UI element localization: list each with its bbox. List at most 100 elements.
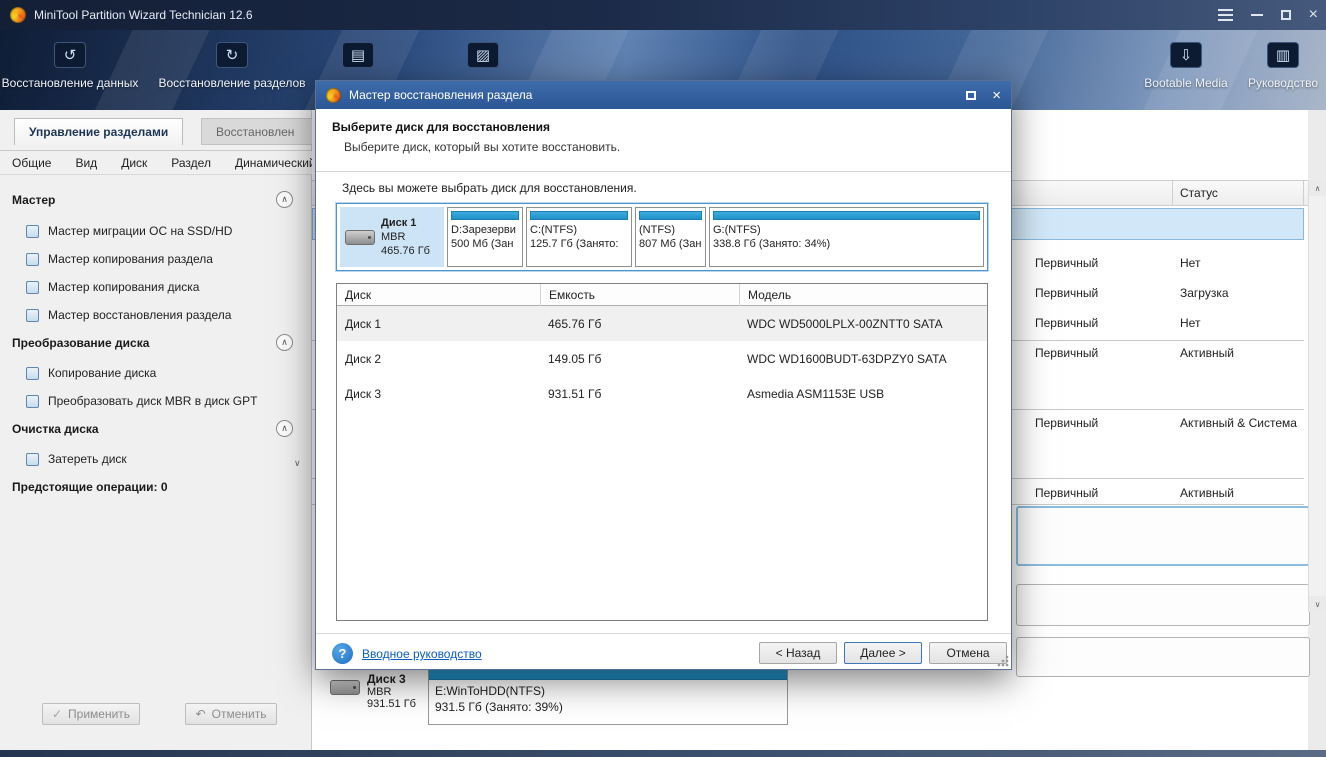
partition-recovery-wizard-dialog: Мастер восстановления раздела × Выберите… <box>315 80 1012 670</box>
app-logo-icon <box>10 7 26 23</box>
maximize-icon[interactable] <box>1280 10 1291 20</box>
media-icon: ▨ <box>467 42 499 68</box>
disk1-label-block[interactable]: Диск 1 MBR 465.76 Гб <box>340 207 444 267</box>
collapse-wizard-icon[interactable]: ∧ <box>276 191 293 208</box>
sidebar-item-convert-mbr-gpt[interactable]: Преобразовать диск MBR в диск GPT <box>0 388 296 414</box>
disk3-partition-label: E:WinToHDD(NTFS) <box>435 684 545 698</box>
dialog-close-icon[interactable]: × <box>992 88 1001 103</box>
disk3-partition-detail: 931.5 Гб (Занято: 39%) <box>435 700 563 714</box>
sidebar-item-copy-disk-wizard[interactable]: Мастер копирования диска <box>0 274 296 300</box>
apply-button[interactable]: ✓ Применить <box>42 703 140 725</box>
partition-recovery-small-icon <box>26 308 39 322</box>
dialog-maximize-icon[interactable] <box>966 90 977 100</box>
partition-box[interactable] <box>1016 584 1310 626</box>
left-panel: Управление разделами Восстановлен Общие … <box>0 110 351 757</box>
sidebar-item-copy-partition-wizard[interactable]: Мастер копирования раздела <box>0 246 296 272</box>
partition-usage-bar <box>530 211 628 220</box>
convert-mbr-gpt-icon <box>26 394 39 408</box>
toolbar-item-hidden-2[interactable]: ▨ <box>408 42 558 68</box>
sidebar-scroll-down-icon[interactable]: ∨ <box>294 458 301 469</box>
scroll-down-icon[interactable]: ∨ <box>1309 596 1326 612</box>
partition-recovery-icon: ↻ <box>216 42 248 68</box>
check-icon: ✓ <box>51 707 63 721</box>
window-title: MiniTool Partition Wizard Technician 12.… <box>34 8 253 22</box>
column-capacity[interactable]: Емкость <box>540 284 739 306</box>
disk-test-icon: ▤ <box>342 42 374 68</box>
back-button[interactable]: < Назад <box>759 642 837 664</box>
data-recovery-icon: ↺ <box>54 42 86 68</box>
cancel-button[interactable]: Отмена <box>929 642 1007 664</box>
wipe-disk-icon <box>26 452 39 466</box>
menu-dynamic-disk[interactable]: Динамический ди <box>223 156 312 170</box>
table-row-disk2[interactable]: Диск 2 149.05 Гб WDC WD1600BUDT-63DPZY0 … <box>337 341 987 376</box>
section-convert-disk: Преобразование диска <box>12 336 150 350</box>
partition-type: Первичный <box>1035 286 1099 300</box>
undo-button[interactable]: ↶ Отменить <box>185 703 277 725</box>
partition-d[interactable]: D:Зарезерви 500 Мб (Зан <box>447 207 523 267</box>
disk3-partition-block[interactable]: E:WinToHDD(NTFS) 931.5 Гб (Занято: 39%) <box>428 663 788 725</box>
intro-guide-link[interactable]: Вводное руководство <box>362 647 482 661</box>
scroll-up-icon[interactable]: ∧ <box>1309 180 1326 196</box>
menu-disk[interactable]: Диск <box>109 156 159 170</box>
sidebar-item-migrate-os[interactable]: Мастер миграции ОС на SSD/HD <box>0 218 296 244</box>
minimize-icon[interactable] <box>1250 14 1263 16</box>
column-model[interactable]: Модель <box>739 284 987 306</box>
copy-partition-icon <box>26 252 39 266</box>
pending-operations-label: Предстоящие операции: 0 <box>12 480 168 494</box>
disk1-strip[interactable]: Диск 1 MBR 465.76 Гб D:Зарезерви 500 Мб … <box>336 203 988 271</box>
partition-type: Первичный <box>1035 346 1099 360</box>
partition-usage-bar <box>713 211 980 220</box>
sidebar-item-wipe-disk[interactable]: Затереть диск <box>0 446 296 472</box>
disk-drive-icon <box>345 229 375 245</box>
collapse-convert-icon[interactable]: ∧ <box>276 334 293 351</box>
partition-g[interactable]: G:(NTFS) 338.8 Гб (Занято: 34%) <box>709 207 984 267</box>
dialog-subheading: Выберите диск, который вы хотите восстан… <box>344 140 621 154</box>
partition-status: Нет <box>1180 316 1201 330</box>
partition-status: Активный <box>1180 346 1234 360</box>
sidebar-item-partition-recovery-wizard[interactable]: Мастер восстановления раздела <box>0 302 296 328</box>
disk3-size: 931.51 Гб <box>367 698 416 710</box>
menu-partition[interactable]: Раздел <box>159 156 223 170</box>
table-row-disk3[interactable]: Диск 3 931.51 Гб Asmedia ASM1153E USB <box>337 376 987 411</box>
disk1-scheme: MBR <box>381 231 406 243</box>
section-wizard: Мастер <box>12 193 56 207</box>
status-column-header: Статус <box>1180 186 1218 200</box>
column-disk[interactable]: Диск <box>337 284 540 306</box>
dialog-title: Мастер восстановления раздела <box>349 88 533 102</box>
partition-usage-bar <box>639 211 702 220</box>
partition-box[interactable] <box>1016 637 1310 677</box>
disk3-label-block[interactable]: Диск 3 MBR 931.51 Гб <box>330 672 430 710</box>
menu-icon[interactable] <box>1217 6 1233 24</box>
titlebar: MiniTool Partition Wizard Technician 12.… <box>0 0 1326 30</box>
menu-general[interactable]: Общие <box>0 156 63 170</box>
disk-strip-box[interactable] <box>1016 506 1310 566</box>
resize-grip[interactable] <box>997 655 1009 667</box>
next-button[interactable]: Далее > <box>844 642 922 664</box>
toolbar-item-data-recovery[interactable]: ↺ Восстановление данных <box>0 42 145 90</box>
vertical-scrollbar[interactable]: ∧ ∨ <box>1308 180 1326 612</box>
collapse-wipe-icon[interactable]: ∧ <box>276 420 293 437</box>
dialog-titlebar[interactable]: Мастер восстановления раздела × <box>316 81 1011 109</box>
partition-c[interactable]: C:(NTFS) 125.7 Гб (Занято: <box>526 207 632 267</box>
partition-ntfs[interactable]: (NTFS) 807 Мб (Зан <box>635 207 706 267</box>
partition-status: Активный <box>1180 486 1234 500</box>
dialog-instruction: Здесь вы можете выбрать диск для восстан… <box>342 181 637 195</box>
partition-type: Первичный <box>1035 316 1099 330</box>
migrate-os-icon <box>26 224 39 238</box>
menubar: Общие Вид Диск Раздел Динамический ди <box>0 150 312 175</box>
disk-table-header: Диск Емкость Модель <box>337 284 987 306</box>
help-icon[interactable]: ? <box>332 643 353 664</box>
sidebar-item-copy-disk[interactable]: Копирование диска <box>0 360 296 386</box>
tab-partition-management[interactable]: Управление разделами <box>14 118 184 145</box>
close-icon[interactable]: × <box>1309 7 1318 23</box>
disk1-name: Диск 1 <box>381 217 417 229</box>
partition-status: Активный & Система <box>1180 416 1297 430</box>
disk-table: Диск Емкость Модель Диск 1 465.76 Гб WDC… <box>336 283 988 621</box>
table-row-disk1[interactable]: Диск 1 465.76 Гб WDC WD5000LPLX-00ZNTT0 … <box>337 306 987 341</box>
disk-drive-icon <box>330 680 360 695</box>
toolbar-item-guide[interactable]: ▥ Руководство <box>1208 42 1326 90</box>
disk1-size: 465.76 Гб <box>381 245 430 257</box>
menu-view[interactable]: Вид <box>63 156 109 170</box>
partition-status: Загрузка <box>1180 286 1229 300</box>
disk3-name: Диск 3 <box>367 672 406 686</box>
